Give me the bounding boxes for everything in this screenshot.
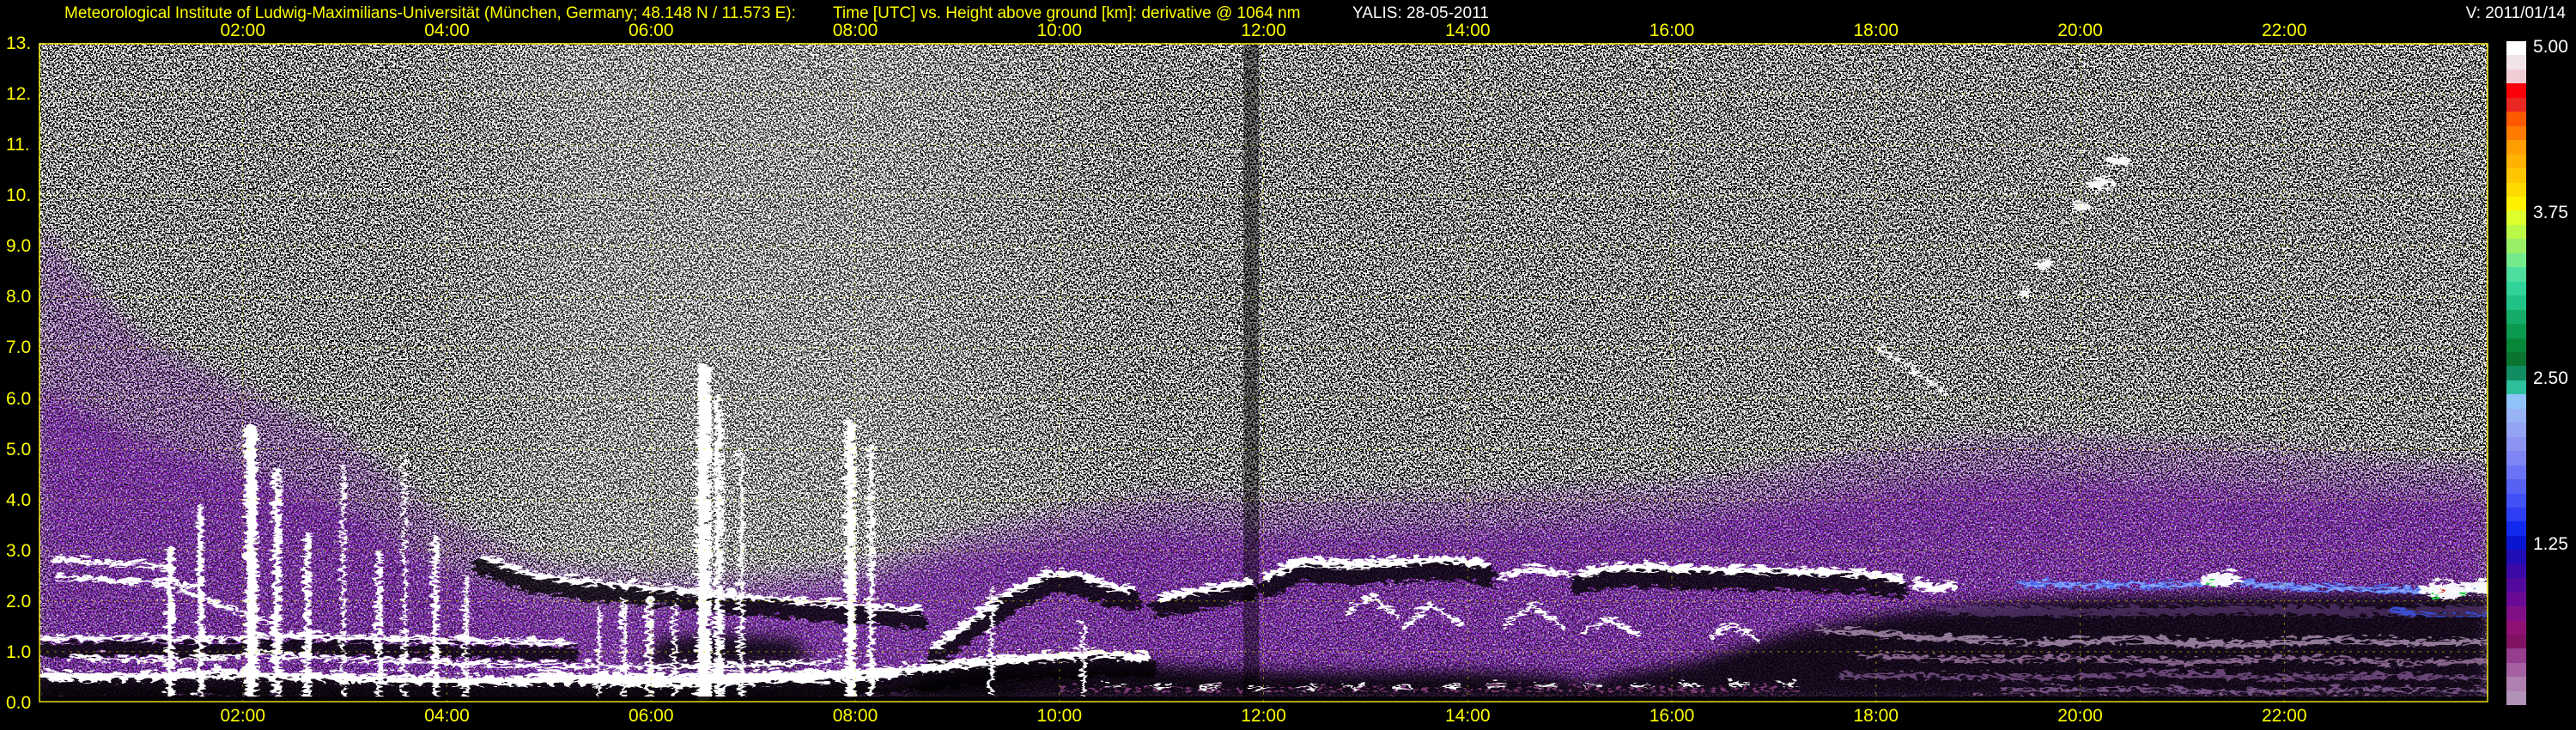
colorbar-step: [2506, 493, 2526, 508]
colorbar-step: [2506, 338, 2526, 352]
colorbar-step: [2506, 592, 2526, 607]
x-tick-top: 10:00: [1036, 21, 1083, 40]
colorbar-step: [2506, 41, 2526, 56]
x-tick-top: 12:00: [1241, 21, 1286, 40]
colorbar-tick: 2.50: [2533, 368, 2568, 389]
x-tick-top: 06:00: [628, 21, 674, 40]
colorbar-step: [2506, 535, 2526, 551]
data-gap-columns: [1243, 43, 1260, 703]
colorbar-step: [2506, 648, 2526, 663]
colorbar-step: [2506, 451, 2526, 465]
colorbar-step: [2506, 423, 2526, 437]
colorbar-tick: 1.25: [2533, 534, 2568, 555]
colorbar-step: [2506, 125, 2526, 141]
version-label: V: 2011/01/14: [2465, 4, 2566, 22]
colorbar-step: [2506, 168, 2526, 183]
x-tick-top: 14:00: [1444, 21, 1491, 40]
colorbar-step: [2506, 465, 2526, 480]
y-tick: 4.0: [6, 490, 32, 510]
colorbar-step: [2506, 690, 2526, 706]
lidar-quicklook-screen: Meteorological Institute of Ludwig-Maxim…: [0, 0, 2576, 730]
x-tick-top: 20:00: [2057, 21, 2103, 40]
colorbar: [2506, 41, 2526, 706]
colorbar-tick: 5.00: [2533, 37, 2568, 57]
y-tick: 6.0: [6, 388, 32, 409]
lidar-heatmap: [27, 43, 2498, 703]
plot-area: [27, 43, 2498, 703]
colorbar-step: [2506, 252, 2526, 268]
colorbar-step: [2506, 620, 2526, 636]
x-tick-top: 18:00: [1853, 21, 1899, 40]
y-tick: 13.: [6, 33, 32, 53]
colorbar-step: [2506, 55, 2526, 70]
colorbar-step: [2506, 479, 2526, 494]
x-tick-top: 08:00: [832, 21, 878, 40]
colorbar-step: [2506, 97, 2526, 113]
colorbar-step: [2506, 224, 2526, 240]
colorbar-step: [2506, 606, 2526, 621]
x-tick-bottom: 12:00: [1241, 706, 1286, 726]
colorbar-step: [2506, 239, 2526, 253]
y-tick: 8.0: [6, 287, 32, 307]
colorbar-tick: 3.75: [2533, 203, 2568, 223]
x-tick-bottom: 20:00: [2057, 706, 2103, 726]
x-tick-bottom: 22:00: [2261, 706, 2307, 726]
y-tick: 9.0: [6, 236, 32, 257]
colorbar-step: [2506, 182, 2526, 197]
colorbar-step: [2506, 154, 2526, 169]
colorbar-step: [2506, 408, 2526, 423]
y-tick: 11.: [6, 135, 30, 155]
colorbar-step: [2506, 267, 2526, 282]
x-tick-bottom: 08:00: [832, 706, 878, 726]
y-tick: 12.: [6, 84, 32, 105]
colorbar-step: [2506, 196, 2526, 211]
colorbar-step: [2506, 324, 2526, 338]
colorbar-step: [2506, 578, 2526, 593]
colorbar-step: [2506, 210, 2526, 225]
x-tick-bottom: 16:00: [1649, 706, 1695, 726]
y-tick: 7.0: [6, 338, 32, 358]
colorbar-step: [2506, 295, 2526, 310]
colorbar-step: [2506, 436, 2526, 452]
colorbar-step: [2506, 677, 2526, 691]
colorbar-step: [2506, 351, 2526, 367]
colorbar-step: [2506, 69, 2526, 84]
colorbar-step: [2506, 521, 2526, 536]
y-tick: 3.0: [6, 540, 32, 561]
colorbar-step: [2506, 140, 2526, 155]
x-tick-bottom: 04:00: [424, 706, 470, 726]
x-tick-top: 02:00: [220, 21, 266, 40]
colorbar-step: [2506, 366, 2526, 380]
y-tick: 0.0: [6, 693, 32, 713]
x-tick-bottom: 06:00: [628, 706, 674, 726]
colorbar-step: [2506, 83, 2526, 98]
x-tick-bottom: 10:00: [1036, 706, 1083, 726]
colorbar-step: [2506, 550, 2526, 564]
x-tick-top: 22:00: [2261, 21, 2307, 40]
x-tick-bottom: 14:00: [1444, 706, 1491, 726]
y-tick: 10.: [6, 186, 32, 206]
colorbar-step: [2506, 394, 2526, 409]
colorbar-step: [2506, 635, 2526, 649]
colorbar-step: [2506, 281, 2526, 296]
colorbar-step: [2506, 112, 2526, 126]
y-tick: 1.0: [6, 642, 32, 662]
y-tick: 2.0: [6, 591, 32, 611]
x-tick-top: 04:00: [424, 21, 470, 40]
colorbar-step: [2506, 662, 2526, 678]
y-tick: 5.0: [6, 439, 32, 459]
colorbar-step: [2506, 309, 2526, 325]
x-tick-bottom: 18:00: [1853, 706, 1899, 726]
x-tick-bottom: 02:00: [220, 706, 266, 726]
colorbar-step: [2506, 507, 2526, 522]
colorbar-step: [2506, 563, 2526, 579]
x-tick-top: 16:00: [1649, 21, 1695, 40]
colorbar-step: [2506, 380, 2526, 395]
